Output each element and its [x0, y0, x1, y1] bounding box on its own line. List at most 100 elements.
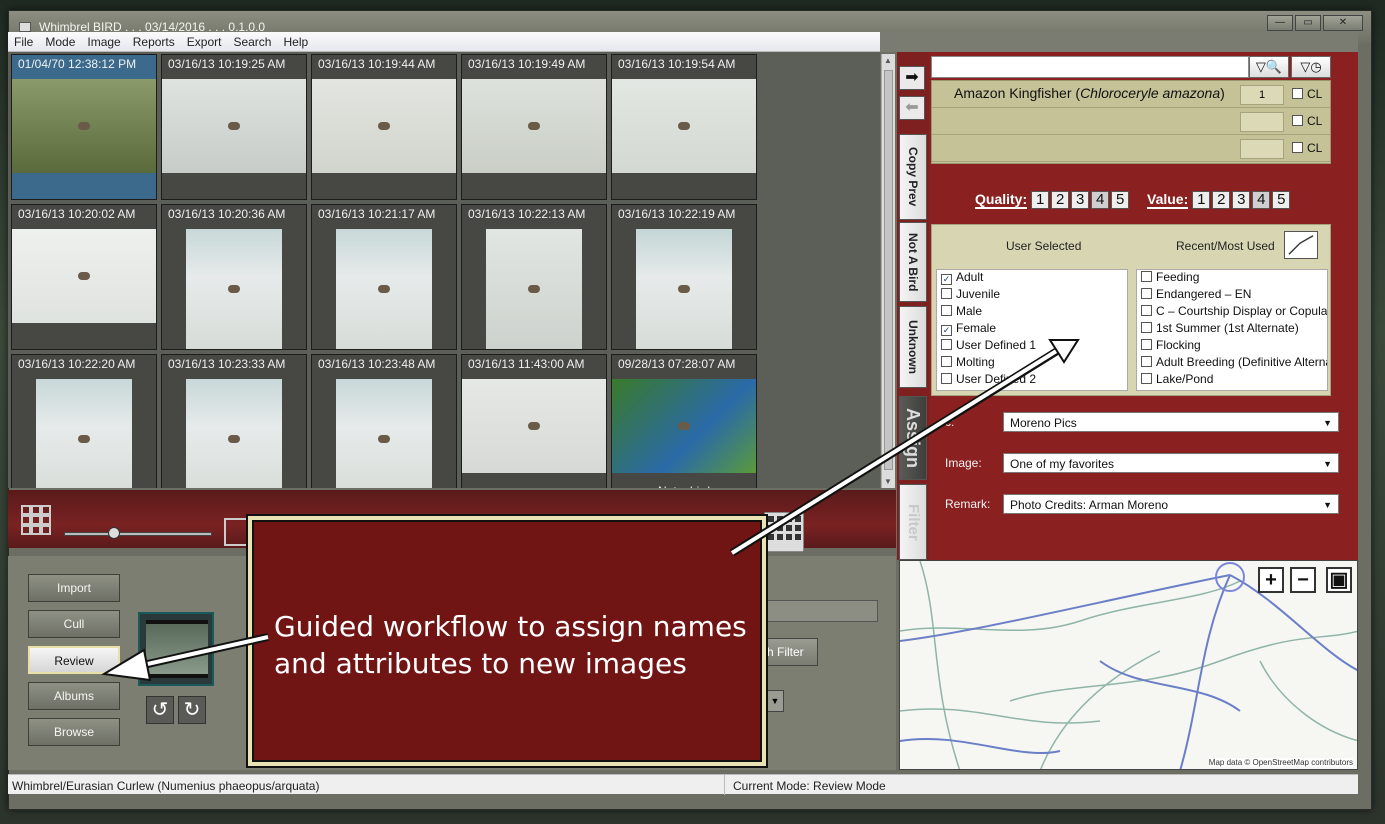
- grid-scrollbar[interactable]: ▲ ▼: [881, 54, 895, 488]
- species-row[interactable]: CL: [932, 108, 1330, 135]
- attribute-checkbox[interactable]: User Defined 1: [937, 338, 1127, 355]
- attribute-checkbox[interactable]: Lake/Pond: [1137, 372, 1327, 389]
- attribute-checkbox[interactable]: Endangered – EN: [1137, 287, 1327, 304]
- thumbnail[interactable]: 03/16/13 10:20:36 AM: [161, 204, 307, 350]
- cull-mode-button[interactable]: Cull: [28, 610, 120, 638]
- cl-checkbox[interactable]: CL: [1292, 114, 1322, 128]
- next-arrow-icon[interactable]: ➡: [899, 66, 925, 90]
- tab-filter[interactable]: Filter: [899, 484, 927, 560]
- value-option-1[interactable]: 1: [1192, 191, 1211, 209]
- filter-recent-button[interactable]: ▽◷: [1291, 56, 1331, 78]
- thumbnail[interactable]: 03/16/13 10:19:49 AM: [461, 54, 607, 200]
- value-option-4[interactable]: 4: [1252, 191, 1271, 209]
- attribute-checkbox[interactable]: ✓ Female: [937, 321, 1127, 338]
- value-option-2[interactable]: 2: [1212, 191, 1231, 209]
- filter-search-button[interactable]: ▽🔍: [1249, 56, 1289, 78]
- species-count-input[interactable]: [1240, 112, 1284, 132]
- checkbox-icon[interactable]: [1292, 115, 1303, 126]
- quality-option-5[interactable]: 5: [1111, 191, 1130, 209]
- quality-option-4[interactable]: 4: [1091, 191, 1110, 209]
- scroll-thumb[interactable]: [884, 70, 893, 470]
- thumbnail[interactable]: 03/16/13 10:19:54 AM: [611, 54, 757, 200]
- chevron-down-icon[interactable]: ▼: [1323, 500, 1332, 510]
- quality-option-3[interactable]: 3: [1071, 191, 1090, 209]
- rotate-right-icon[interactable]: ↻: [178, 696, 206, 724]
- cl-checkbox[interactable]: CL: [1292, 87, 1322, 101]
- checkbox-icon[interactable]: [1141, 322, 1152, 333]
- checkbox-icon[interactable]: [1292, 88, 1303, 99]
- menu-mode[interactable]: Mode: [39, 32, 81, 49]
- thumbnail[interactable]: 01/04/70 12:38:12 PM: [11, 54, 157, 200]
- menu-export[interactable]: Export: [181, 32, 228, 49]
- review-mode-button[interactable]: Review: [28, 646, 120, 674]
- tab-assign[interactable]: Assign: [899, 396, 927, 480]
- checked-checkbox-icon[interactable]: ✓: [941, 325, 952, 336]
- chevron-down-icon[interactable]: ▼: [1323, 459, 1332, 469]
- species-row[interactable]: CL: [932, 135, 1330, 162]
- checked-checkbox-icon[interactable]: ✓: [941, 274, 952, 285]
- import-mode-button[interactable]: Import: [28, 574, 120, 602]
- checkbox-icon[interactable]: [1141, 373, 1152, 384]
- scroll-up-icon[interactable]: ▲: [884, 56, 892, 65]
- tab-not-a-bird[interactable]: Not A Bird: [899, 222, 927, 302]
- attribute-checkbox[interactable]: Molting: [937, 355, 1127, 372]
- menu-help[interactable]: Help: [277, 32, 314, 49]
- attribute-checkbox[interactable]: 1st Summer (1st Alternate): [1137, 321, 1327, 338]
- close-button[interactable]: ✕: [1323, 15, 1363, 31]
- grid-dense-icon[interactable]: [764, 512, 804, 552]
- field-dropdown[interactable]: One of my favorites ▼: [1003, 453, 1339, 473]
- thumbnail[interactable]: 03/16/13 10:22:19 AM: [611, 204, 757, 350]
- species-search-input[interactable]: [931, 56, 1249, 78]
- attribute-checkbox[interactable]: User Defined 2: [937, 372, 1127, 389]
- browse-mode-button[interactable]: Browse: [28, 718, 120, 746]
- thumbnail[interactable]: 03/16/13 10:19:44 AM: [311, 54, 457, 200]
- checkbox-icon[interactable]: [1141, 288, 1152, 299]
- checkbox-icon[interactable]: [941, 288, 952, 299]
- attribute-checkbox[interactable]: Juvenile: [937, 287, 1127, 304]
- thumbnail[interactable]: 03/16/13 10:21:17 AM: [311, 204, 457, 350]
- thumbnail-size-slider[interactable]: [64, 532, 212, 536]
- menu-reports[interactable]: Reports: [127, 32, 181, 49]
- attribute-checkbox[interactable]: Feeding: [1137, 270, 1327, 287]
- scroll-down-icon[interactable]: ▼: [884, 477, 892, 486]
- quality-option-1[interactable]: 1: [1031, 191, 1050, 209]
- dropdown-caret-icon[interactable]: ▼: [766, 690, 784, 712]
- thumbnail[interactable]: 03/16/13 10:20:02 AM: [11, 204, 157, 350]
- thumbnail[interactable]: 03/16/13 10:22:20 AM: [11, 354, 157, 488]
- checkbox-icon[interactable]: [1141, 339, 1152, 350]
- grid-small-icon[interactable]: [20, 504, 60, 544]
- attribute-checkbox[interactable]: ✓ Adult: [937, 270, 1127, 287]
- checkbox-icon[interactable]: [941, 373, 952, 384]
- prev-arrow-icon[interactable]: ⬅: [899, 96, 925, 120]
- map-fullscreen-icon[interactable]: ▣: [1326, 567, 1352, 593]
- checkbox-icon[interactable]: [1292, 142, 1303, 153]
- attribute-checkbox[interactable]: Flocking: [1137, 338, 1327, 355]
- chevron-down-icon[interactable]: ▼: [1323, 418, 1332, 428]
- checkbox-icon[interactable]: [1141, 356, 1152, 367]
- search-field[interactable]: [748, 600, 878, 622]
- attribute-checkbox[interactable]: Adult Breeding (Definitive Alternate): [1137, 355, 1327, 372]
- minimize-button[interactable]: —: [1267, 15, 1293, 31]
- field-dropdown[interactable]: Photo Credits: Arman Moreno ▼: [1003, 494, 1339, 514]
- maximize-button[interactable]: ▭: [1295, 15, 1321, 31]
- tab-copy-prev[interactable]: Copy Prev: [899, 134, 927, 220]
- quality-option-2[interactable]: 2: [1051, 191, 1070, 209]
- map-zoom-out-button[interactable]: −: [1290, 567, 1316, 593]
- attribute-checkbox[interactable]: C – Courtship Display or Copulation: [1137, 304, 1327, 321]
- thumbnail[interactable]: 03/16/13 10:23:48 AM: [311, 354, 457, 488]
- value-option-3[interactable]: 3: [1232, 191, 1251, 209]
- species-row[interactable]: Amazon Kingfisher (Chloroceryle amazona)…: [932, 81, 1330, 108]
- species-count-input[interactable]: [1240, 139, 1284, 159]
- thumbnail[interactable]: 03/16/13 11:43:00 AM: [461, 354, 607, 488]
- checkbox-icon[interactable]: [1141, 305, 1152, 316]
- field-dropdown[interactable]: Moreno Pics ▼: [1003, 412, 1339, 432]
- rotate-left-icon[interactable]: ↺: [146, 696, 174, 724]
- checkbox-icon[interactable]: [941, 339, 952, 350]
- location-map[interactable]: + − ▣ Map data © OpenStreetMap contribut…: [899, 560, 1358, 770]
- slider-handle[interactable]: [108, 527, 120, 539]
- menu-search[interactable]: Search: [227, 32, 277, 49]
- cl-checkbox[interactable]: CL: [1292, 141, 1322, 155]
- menu-file[interactable]: File: [8, 32, 39, 49]
- checkbox-icon[interactable]: [941, 305, 952, 316]
- attribute-checkbox[interactable]: Male: [937, 304, 1127, 321]
